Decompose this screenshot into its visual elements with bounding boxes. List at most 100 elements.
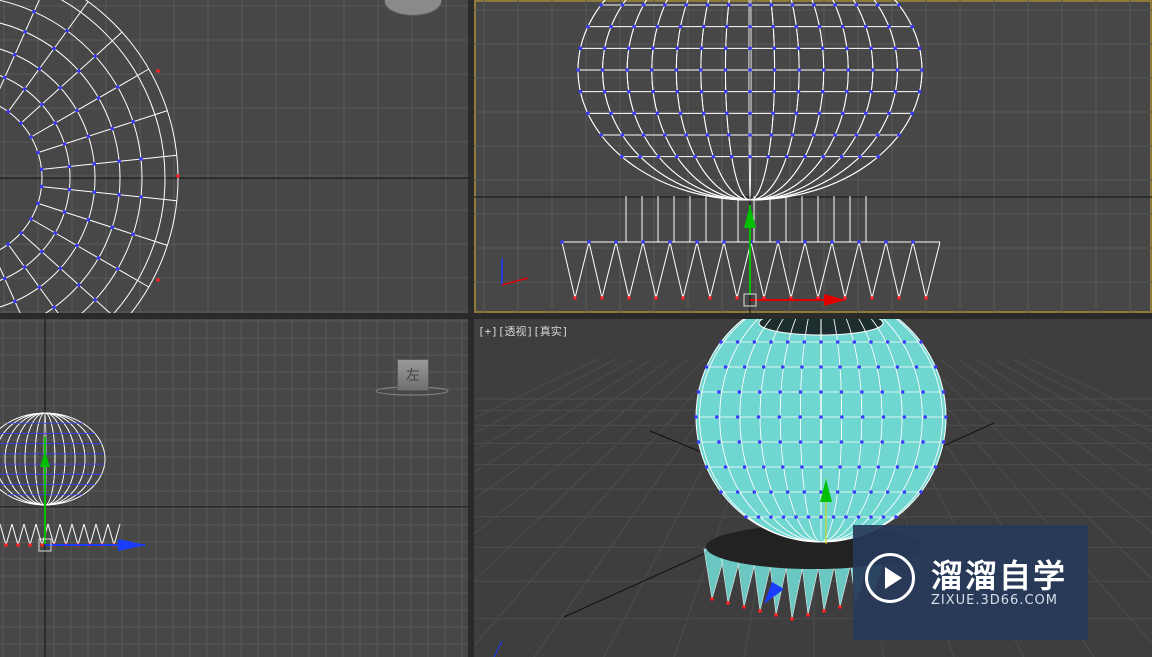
vertex <box>735 415 740 419</box>
vertex <box>911 240 915 244</box>
vertex <box>881 415 886 419</box>
vertex <box>774 613 778 617</box>
vertex <box>742 605 746 609</box>
vertex <box>715 415 719 419</box>
vertex <box>919 340 923 344</box>
vertex <box>819 390 823 394</box>
vertex <box>845 46 849 51</box>
vertex <box>776 240 780 244</box>
vertex <box>723 465 728 469</box>
vertex <box>757 440 762 444</box>
vertex <box>802 490 807 494</box>
vertex <box>744 515 748 519</box>
vertex <box>871 68 875 72</box>
vertex <box>902 415 907 419</box>
vertex <box>777 415 782 419</box>
vertex <box>838 465 842 469</box>
vertex <box>77 283 81 287</box>
vertex <box>830 240 834 244</box>
vertex <box>752 490 757 494</box>
viewport-front[interactable] <box>474 0 1152 313</box>
viewport-left[interactable]: 左 <box>0 319 468 657</box>
vertex <box>668 240 672 244</box>
vertex <box>803 240 807 244</box>
vertex <box>742 465 747 469</box>
vertex <box>771 24 775 29</box>
viewport-top[interactable] <box>0 0 468 313</box>
vertex <box>884 240 888 244</box>
vertex <box>798 415 802 419</box>
vertex <box>723 68 728 72</box>
vertex <box>748 46 752 51</box>
vertex <box>694 415 698 419</box>
viewport-menu-plus[interactable]: [+] <box>478 325 498 338</box>
vertex <box>790 133 795 137</box>
vertex <box>794 24 799 29</box>
vertex <box>6 242 10 247</box>
vertex <box>75 243 79 248</box>
vertex <box>641 133 646 137</box>
zigzag <box>588 241 617 299</box>
vertex <box>839 440 844 444</box>
grid-line <box>474 358 599 419</box>
vertex <box>39 249 44 254</box>
vertex <box>893 46 898 51</box>
vertex <box>627 296 631 300</box>
vertex <box>812 133 816 137</box>
vertex <box>835 340 840 344</box>
viewcube-icon[interactable]: 左 <box>397 359 429 391</box>
vertex <box>53 231 58 235</box>
front-view-canvas[interactable] <box>474 0 1152 313</box>
viewport-menu-view[interactable]: [透视] <box>498 325 533 338</box>
vertex <box>655 24 660 29</box>
vertex <box>711 154 716 159</box>
vertex <box>920 68 924 72</box>
vertex <box>857 465 861 469</box>
viewport-menu-shading[interactable]: [真实] <box>533 325 568 338</box>
vertex <box>620 133 625 137</box>
vertex <box>784 154 789 159</box>
vertex <box>885 340 890 344</box>
vertex <box>772 89 777 94</box>
vertex <box>869 340 873 344</box>
vertex <box>693 154 697 159</box>
vertex <box>53 121 58 125</box>
vertex <box>923 415 927 419</box>
vertex <box>65 28 69 33</box>
vertex <box>678 24 683 29</box>
vertex <box>852 490 857 494</box>
vertex <box>944 415 948 419</box>
vertex <box>846 68 851 72</box>
vertex <box>757 390 762 394</box>
vertex <box>806 515 811 519</box>
vertex <box>92 190 97 194</box>
vertex <box>796 46 801 51</box>
spoke <box>41 186 177 202</box>
vertex <box>819 340 823 344</box>
vertex <box>735 490 740 494</box>
vertex <box>796 89 801 94</box>
vertex <box>781 465 785 469</box>
viewport-label[interactable]: [+][透视][真实] <box>478 323 568 339</box>
viewcube-label: 左 <box>406 368 420 384</box>
vertex <box>917 89 922 94</box>
vertex <box>578 89 583 94</box>
vertex <box>758 609 762 613</box>
spoke <box>30 218 150 288</box>
watermark-logo: 溜溜自学 ZIXUE.3D66.COM <box>853 525 1088 640</box>
vertex <box>695 240 699 244</box>
vertex <box>839 390 844 394</box>
vertex <box>893 89 898 94</box>
vertex <box>704 465 709 469</box>
vertex <box>769 3 774 7</box>
vertex <box>36 201 40 206</box>
vertex <box>701 111 706 116</box>
vertex <box>756 415 761 419</box>
vertex <box>895 68 900 72</box>
vertex <box>115 85 120 89</box>
vertex <box>110 225 114 230</box>
vertex <box>857 365 861 369</box>
top-view-canvas[interactable] <box>0 0 468 313</box>
vertex <box>869 46 873 51</box>
vertex <box>910 111 914 116</box>
